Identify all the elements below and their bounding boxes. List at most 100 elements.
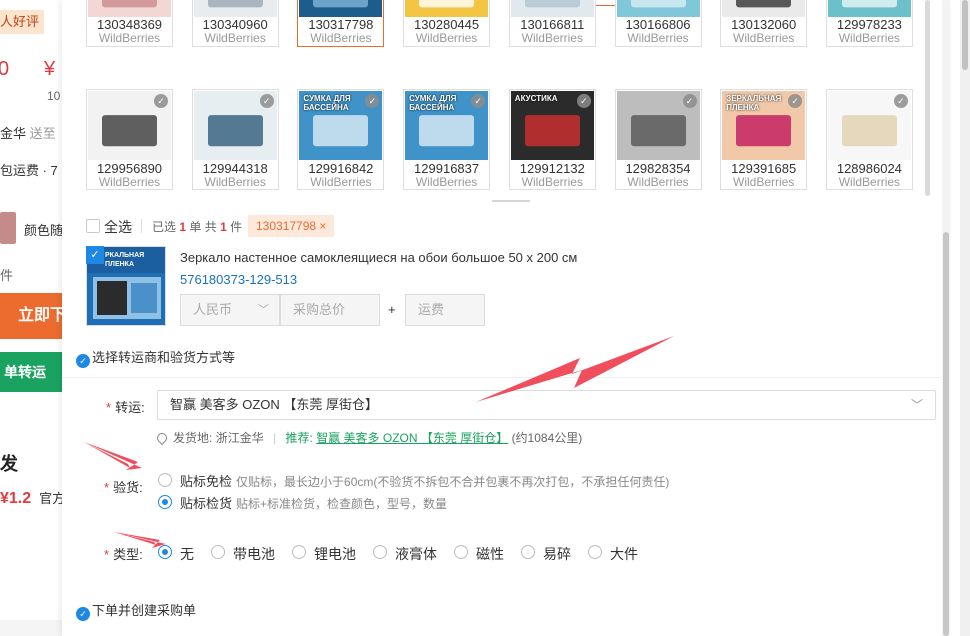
purchase-total-input[interactable]: 采购总价 (280, 294, 380, 326)
product-card[interactable]: 130166806 WildBerries (614, 0, 702, 47)
card-check-icon[interactable]: ✓ (893, 94, 908, 108)
product-card[interactable]: 130348369 WildBerries (86, 0, 173, 47)
type-option-label[interactable]: 易碎 (543, 544, 571, 564)
grid-resize-handle[interactable] (492, 200, 530, 202)
type-option-label[interactable]: 无 (180, 544, 194, 564)
product-card-source: WildBerries (521, 175, 583, 189)
product-card[interactable]: 130166811 WildBerries (508, 0, 596, 47)
svg-text:РКАЛЬНАЯ: РКАЛЬНАЯ (105, 252, 144, 259)
card-check-icon[interactable]: ✓ (259, 94, 274, 108)
card-check-icon[interactable]: ✓ (471, 94, 486, 108)
bg-buy-button[interactable]: 立即下 (0, 293, 62, 339)
type-option-label[interactable]: 液膏体 (395, 544, 437, 564)
bg-small-number: 10 (47, 89, 61, 103)
selection-bar: 全选 已选 1 单 共 1 件 130317798 × (86, 214, 886, 238)
product-card-source: WildBerries (415, 175, 478, 189)
product-card[interactable]: ✓ 129956890 WildBerries (86, 89, 173, 190)
grid-scrollbar-thumb[interactable] (925, 0, 930, 196)
bg-color-thumb (0, 212, 16, 244)
type-radio[interactable] (292, 545, 306, 559)
bg-footer-strip (0, 620, 62, 636)
product-card-source: WildBerries (627, 31, 689, 45)
check-circle-icon: ✓ (76, 607, 90, 621)
transfer-order-modal: 130348369 WildBerries 130340960 WildBerries… (62, 0, 950, 636)
inspection-free-radio[interactable] (158, 473, 172, 487)
product-card-source: WildBerries (98, 175, 161, 189)
product-card-id: 129391685 (731, 161, 797, 176)
type-option-label[interactable]: 大件 (610, 544, 638, 564)
product-card-source: WildBerries (521, 31, 583, 45)
type-radio[interactable] (588, 545, 602, 559)
origin-info: 发货地: 浙江金华 | 推荐: 智赢 美客多 OZON 【东莞 厚街仓】 (约1… (154, 429, 582, 446)
currency-select[interactable]: 人民币 ﹀ (180, 294, 280, 326)
product-card-source: WildBerries (310, 175, 372, 189)
product-card[interactable]: 129978233 WildBerries (825, 0, 913, 47)
bg-order-transfer-button[interactable]: 单转运 (0, 352, 62, 392)
product-card[interactable]: 130317798 WildBerries (297, 0, 385, 47)
bg-piece-label: 件 (0, 268, 14, 283)
check-circle-icon: ✓ (76, 354, 90, 368)
recommended-forwarder-link[interactable]: 智赢 美客多 OZON 【东莞 厚街仓】 (316, 431, 508, 445)
select-all-checkbox[interactable] (86, 219, 100, 233)
select-all-label[interactable]: 全选 (104, 217, 132, 237)
page-scrollbar[interactable] (960, 0, 970, 636)
type-option-label[interactable]: 带电池 (233, 544, 275, 564)
type-radio[interactable] (211, 545, 225, 559)
type-option-label[interactable]: 磁性 (476, 544, 504, 564)
product-card[interactable]: ✓ 128986024 WildBerries (825, 89, 913, 190)
product-card[interactable]: ✓ 129828354 WildBerries (614, 89, 702, 190)
grid-scrollbar[interactable] (924, 0, 932, 196)
chevron-down-icon: ﹀ (910, 398, 923, 412)
section-create-order-title[interactable]: ✓ 下单并创建采购单 (76, 600, 196, 621)
rating-badge: 人好评 (0, 10, 44, 34)
annotation-arrow-type (114, 532, 166, 548)
product-card-id: 129916842 (308, 161, 374, 176)
product-card[interactable]: ЗЕРКАЛЬНАЯ ПЛЕНКА ✓ 129391685 WildBerries (720, 89, 808, 190)
inspection-label: * 验货: (104, 480, 143, 495)
section-forwarder-title[interactable]: ✓ 选择转运商和验货方式等 (76, 347, 235, 368)
product-card[interactable]: АКУСТИКА ✓ 129912132 WildBerries (508, 89, 596, 190)
card-check-icon[interactable]: ✓ (154, 94, 168, 108)
inspection-free-label[interactable]: 贴标免检 仅贴标，最长边小于60cm(不验货不拆包不合并包裹不再次打包，不承担任何… (180, 471, 669, 490)
selection-summary: 已选 1 单 共 1 件 (152, 220, 243, 234)
type-radio[interactable] (454, 545, 468, 559)
product-sku[interactable]: 576180373-129-513 (180, 272, 297, 287)
type-option-label[interactable]: 锂电池 (314, 544, 356, 564)
product-selected-check-icon[interactable]: ✓ (86, 246, 104, 264)
bg-location: 金华 送至 (0, 126, 56, 141)
page-scrollbar-thumb[interactable] (962, 0, 968, 70)
inspection-standard-label[interactable]: 贴标检货 贴标+标准检货，检查颜色，型号，数量 (180, 493, 447, 512)
type-radio[interactable] (373, 545, 387, 559)
product-card[interactable]: ✓ 129944318 WildBerries (191, 89, 279, 190)
modal-scrollbar[interactable] (942, 0, 950, 636)
transport-label: * 转运: (106, 400, 145, 415)
product-card-image (616, 0, 700, 17)
product-card-source: WildBerries (204, 175, 266, 189)
product-card-source: WildBerries (627, 175, 689, 189)
card-check-icon[interactable]: ✓ (576, 94, 591, 108)
selected-item-tag[interactable]: 130317798 × (248, 215, 335, 237)
type-radio[interactable] (521, 545, 535, 559)
product-card-image (193, 0, 277, 17)
card-check-icon[interactable]: ✓ (682, 94, 697, 108)
product-card-id: 130166811 (520, 17, 585, 32)
product-card-source: WildBerries (733, 175, 795, 189)
bg-heading: 发 (0, 454, 18, 474)
product-card-id: 129978233 (836, 17, 902, 32)
bg-color-option[interactable]: 颜色随 (0, 212, 62, 244)
product-card[interactable]: 130280445 WildBerries (403, 0, 491, 47)
freight-input[interactable]: 运费 (405, 294, 485, 326)
product-card[interactable]: СУМКА ДЛЯ БАССЕЙНА ✓ 129916837 WildBerries (403, 89, 491, 190)
bg-yen-sign: ¥ (44, 58, 56, 80)
modal-scrollbar-thumb[interactable] (943, 232, 949, 636)
product-card-id: 129944318 (202, 161, 268, 176)
location-pin-icon (154, 430, 170, 446)
product-card[interactable]: 130132060 WildBerries (720, 0, 808, 47)
product-card-source: WildBerries (838, 31, 901, 45)
background-page: 人好评 0 ¥ 10 金华 送至 包运费 · 7 颜色随 件 立即下 单转运 发… (0, 0, 62, 636)
product-card[interactable]: 130340960 WildBerries (191, 0, 279, 47)
product-card[interactable]: СУМКА ДЛЯ БАССЕЙНА ✓ 129916842 WildBerries (297, 89, 385, 190)
inspection-standard-radio[interactable] (158, 495, 172, 509)
close-icon[interactable]: × (319, 219, 326, 233)
annotation-arrow-transport (476, 336, 674, 402)
